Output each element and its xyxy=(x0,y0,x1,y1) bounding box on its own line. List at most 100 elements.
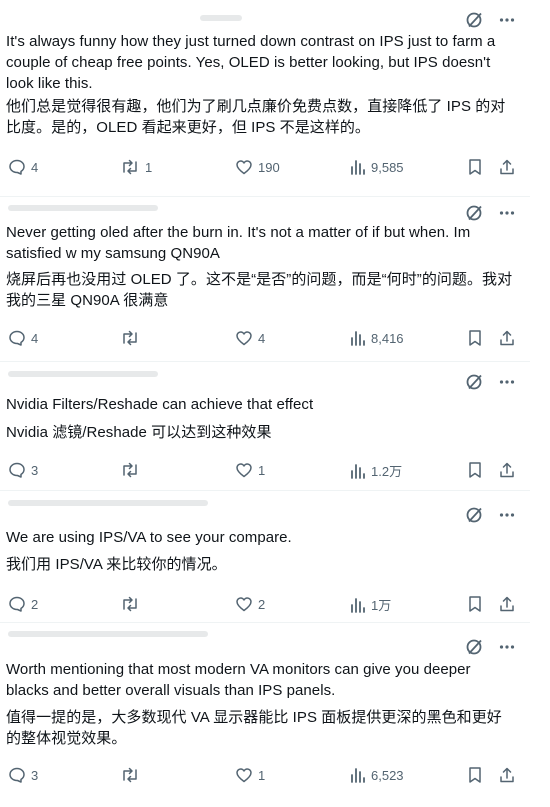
repost-icon xyxy=(120,595,140,613)
share-button[interactable] xyxy=(498,461,516,479)
reply-button[interactable]: 3 xyxy=(8,766,38,784)
tweet-text: Worth mentioning that most modern VA mon… xyxy=(6,661,471,699)
tweet-text: We are using IPS/VA to see your compare. xyxy=(6,529,292,546)
repost-button[interactable] xyxy=(120,766,145,784)
tweet[interactable]: We are using IPS/VA to see your compare.… xyxy=(0,491,530,622)
repost-icon xyxy=(120,766,140,784)
like-button[interactable]: 2 xyxy=(235,595,265,613)
tweet-text: Nvidia Filters/Reshade can achieve that … xyxy=(6,396,314,413)
more-icon[interactable] xyxy=(498,373,516,391)
views-button[interactable]: 1万 xyxy=(350,595,391,614)
reply-icon xyxy=(8,329,26,347)
like-count: 2 xyxy=(258,596,266,612)
bookmark-button[interactable] xyxy=(467,766,483,784)
share-button[interactable] xyxy=(498,595,516,613)
views-button[interactable]: 1.2万 xyxy=(350,461,402,480)
repost-count: 1 xyxy=(145,159,153,175)
views-button[interactable]: 9,585 xyxy=(350,158,404,176)
like-button[interactable]: 1 xyxy=(235,461,265,479)
reply-button[interactable]: 2 xyxy=(8,595,38,613)
more-icon[interactable] xyxy=(498,638,516,656)
tweet-top-icons xyxy=(466,11,516,29)
views-button[interactable]: 8,416 xyxy=(350,329,404,347)
grok-icon[interactable] xyxy=(466,506,484,524)
tweet[interactable]: Never getting oled after the burn in. It… xyxy=(0,197,530,361)
bookmark-button[interactable] xyxy=(467,329,483,347)
share-button[interactable] xyxy=(498,766,516,784)
reply-button[interactable]: 3 xyxy=(8,461,38,479)
like-icon xyxy=(235,158,253,176)
views-count: 1万 xyxy=(371,598,392,613)
repost-button[interactable]: 1 xyxy=(120,158,152,176)
tweet-top-icons xyxy=(466,506,516,524)
like-button[interactable]: 4 xyxy=(235,329,265,347)
grok-icon[interactable] xyxy=(466,11,484,29)
more-icon[interactable] xyxy=(498,204,516,222)
bookmark-icon xyxy=(467,595,483,613)
tweet-actions: 4 4 8,416 xyxy=(6,329,521,349)
repost-button[interactable] xyxy=(120,461,145,479)
more-icon[interactable] xyxy=(498,506,516,524)
repost-button[interactable] xyxy=(120,329,145,347)
tweet[interactable]: Worth mentioning that most modern VA mon… xyxy=(0,623,530,807)
bookmark-button[interactable] xyxy=(467,461,483,479)
reply-count: 3 xyxy=(31,462,39,478)
tweet-top-icons xyxy=(466,373,516,391)
tweet-translation: 他们总是觉得很有趣，他们为了刷几点廉价免费点数，直接降低了 IPS 的对比度。是… xyxy=(6,98,506,136)
reply-count: 4 xyxy=(31,159,39,175)
like-icon xyxy=(235,461,253,479)
reply-icon xyxy=(8,461,26,479)
repost-icon xyxy=(120,329,140,347)
like-count: 4 xyxy=(258,330,266,346)
share-button[interactable] xyxy=(498,158,516,176)
repost-icon xyxy=(120,158,140,176)
repost-button[interactable] xyxy=(120,595,145,613)
author-name-blurred xyxy=(200,15,242,21)
tweet-actions: 3 1 1.2万 xyxy=(6,461,521,481)
like-button[interactable]: 190 xyxy=(235,158,280,176)
more-icon[interactable] xyxy=(498,11,516,29)
reply-button[interactable]: 4 xyxy=(8,329,38,347)
views-button[interactable]: 6,523 xyxy=(350,766,404,784)
views-count: 8,416 xyxy=(371,330,404,346)
tweet[interactable]: Nvidia Filters/Reshade can achieve that … xyxy=(0,362,530,490)
views-icon xyxy=(350,766,366,784)
tweet-translation: 烧屏后再也没用过 OLED 了。这不是“是否”的问题，而是“何时”的问题。我对我… xyxy=(6,271,513,309)
views-count: 6,523 xyxy=(371,767,404,783)
share-icon xyxy=(498,329,516,347)
bookmark-icon xyxy=(467,158,483,176)
bookmark-icon xyxy=(467,766,483,784)
share-icon xyxy=(498,158,516,176)
share-button[interactable] xyxy=(498,329,516,347)
tweet-text: Never getting oled after the burn in. It… xyxy=(6,224,471,262)
bookmark-button[interactable] xyxy=(467,158,483,176)
repost-icon xyxy=(120,461,140,479)
grok-icon[interactable] xyxy=(466,373,484,391)
grok-icon[interactable] xyxy=(466,204,484,222)
views-count: 9,585 xyxy=(371,159,404,175)
author-name-blurred xyxy=(8,205,158,211)
tweet-actions: 2 2 1万 xyxy=(6,595,521,615)
reply-count: 3 xyxy=(31,767,39,783)
reply-button[interactable]: 4 xyxy=(8,158,38,176)
like-count: 1 xyxy=(258,462,266,478)
tweet-top-icons xyxy=(466,638,516,656)
tweet-actions: 4 1 190 9,585 xyxy=(6,158,521,178)
grok-icon[interactable] xyxy=(466,638,484,656)
reply-count: 4 xyxy=(31,330,39,346)
like-button[interactable]: 1 xyxy=(235,766,265,784)
bookmark-button[interactable] xyxy=(467,595,483,613)
like-count: 190 xyxy=(258,159,280,175)
tweet-top-icons xyxy=(466,204,516,222)
tweet[interactable]: It's always funny how they just turned d… xyxy=(0,0,530,196)
share-icon xyxy=(498,595,516,613)
author-name-blurred xyxy=(8,500,208,506)
tweet-text: It's always funny how they just turned d… xyxy=(6,33,496,92)
views-icon xyxy=(350,329,366,347)
like-icon xyxy=(235,329,253,347)
author-name-blurred xyxy=(8,371,158,377)
tweet-actions: 3 1 6,523 xyxy=(6,766,521,786)
bookmark-icon xyxy=(467,461,483,479)
tweet-translation: Nvidia 滤镜/Reshade 可以达到这种效果 xyxy=(6,424,272,441)
share-icon xyxy=(498,766,516,784)
